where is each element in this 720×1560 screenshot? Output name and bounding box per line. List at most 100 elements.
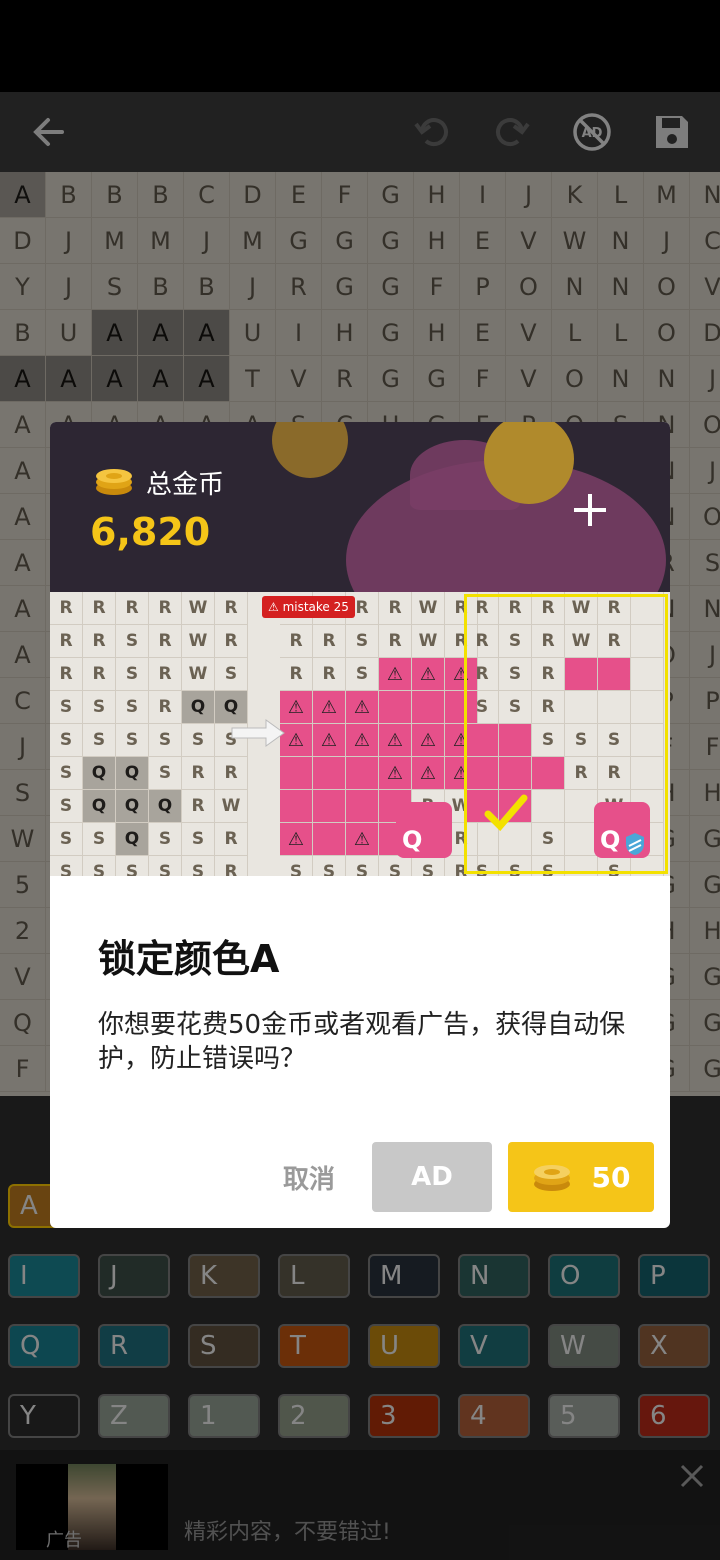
tutorial-cell: R xyxy=(149,625,182,658)
tutorial-cell: S xyxy=(149,724,182,757)
tutorial-cell: R xyxy=(83,658,116,691)
tutorial-cell: S xyxy=(149,757,182,790)
tutorial-cell: Q xyxy=(116,790,149,823)
tutorial-cell: R xyxy=(215,856,248,876)
tutorial-cell: ⚠ xyxy=(313,724,346,757)
tutorial-cell: R xyxy=(83,592,116,625)
tutorial-cell: S xyxy=(50,823,83,856)
tutorial-cell: Q xyxy=(346,790,379,823)
dialog-title: 锁定颜色A xyxy=(98,937,280,981)
check-icon xyxy=(484,794,528,832)
dialog-body: 你想要花费50金币或者观看广告，获得自动保护，防止错误吗？ xyxy=(98,1010,626,1074)
tutorial-cell: R xyxy=(215,592,248,625)
tutorial-cell: R xyxy=(83,625,116,658)
tutorial-cell: R xyxy=(149,592,182,625)
tutorial-cell: ⚠ xyxy=(412,724,445,757)
arrow-right-icon xyxy=(231,719,285,747)
tutorial-cell: S xyxy=(280,790,313,823)
tutorial-panel-before: RRRRWRRRSRWRRRSRWSSSSRQQSSSSSSSQQSRRSQQQ… xyxy=(50,592,248,876)
tutorial-cell: S xyxy=(313,823,346,856)
tutorial-cell: S xyxy=(50,724,83,757)
tutorial-cell: ⚠ xyxy=(346,724,379,757)
status-bar xyxy=(0,0,720,92)
coin-decoration xyxy=(272,422,348,478)
tutorial-cell: S xyxy=(182,856,215,876)
tutorial-cell: S xyxy=(346,658,379,691)
tutorial-cell: S xyxy=(116,724,149,757)
tutorial-cell: R xyxy=(182,757,215,790)
tutorial-cell: R xyxy=(116,592,149,625)
coin-stack-icon xyxy=(533,1165,570,1191)
tile-letter: Q xyxy=(402,826,423,854)
tutorial-cell: Q xyxy=(116,757,149,790)
color-tile-q: Q xyxy=(396,802,452,858)
tutorial-cell: Q xyxy=(313,790,346,823)
tutorial-cell: W xyxy=(215,790,248,823)
watch-ad-button[interactable]: AD xyxy=(372,1142,492,1212)
total-coins-label: 总金币 xyxy=(146,470,225,500)
tutorial-cell: R xyxy=(313,625,346,658)
tutorial-cell: Q xyxy=(83,757,116,790)
tutorial-cell: S xyxy=(50,691,83,724)
tutorial-cell: S xyxy=(50,757,83,790)
tutorial-cell: S xyxy=(280,856,313,876)
tutorial-cell: S xyxy=(215,658,248,691)
tutorial-cell: R xyxy=(149,691,182,724)
tutorial-cell: S xyxy=(182,823,215,856)
tutorial-cell: ⚠ xyxy=(379,757,412,790)
tutorial-cell: R xyxy=(379,691,412,724)
tutorial-cell: S xyxy=(379,856,412,876)
tutorial-cell: W xyxy=(182,625,215,658)
tutorial-cell: S xyxy=(313,856,346,876)
tutorial-cell: W xyxy=(412,592,445,625)
tutorial-cell: R xyxy=(215,757,248,790)
tutorial-cell: ⚠ xyxy=(313,691,346,724)
tutorial-cell: S xyxy=(182,724,215,757)
plus-icon[interactable] xyxy=(568,488,612,532)
coin-stack-icon xyxy=(96,469,132,495)
tutorial-cell: R xyxy=(50,658,83,691)
tutorial-cell: Q xyxy=(149,790,182,823)
tutorial-cell: Q xyxy=(116,823,149,856)
tutorial-cell: R xyxy=(50,625,83,658)
tutorial-cell: S xyxy=(83,823,116,856)
warning-icon: ⚠ xyxy=(268,600,283,614)
tutorial-cell: S xyxy=(412,856,445,876)
tutorial-cell: Q xyxy=(83,790,116,823)
tutorial-cell: S xyxy=(149,823,182,856)
tutorial-cell: W xyxy=(412,625,445,658)
tutorial-cell: R xyxy=(182,790,215,823)
tutorial-cell: ⚠ xyxy=(379,658,412,691)
tutorial-cell: S xyxy=(149,856,182,876)
tutorial-cell: R xyxy=(379,625,412,658)
tutorial-cell: S xyxy=(116,625,149,658)
lock-color-dialog: 总金币 6,820 RRRRWRRRSRWRRRSRWSSSSRQQSSSSSS… xyxy=(50,422,670,1228)
total-coins-value: 6,820 xyxy=(90,510,211,554)
tutorial-illustration: RRRRWRRRSRWRRRSRWSSSSRQQSSSSSSSQQSRRSQQQ… xyxy=(50,592,670,876)
tutorial-cell: ⚠ xyxy=(346,691,379,724)
price-label: 50 xyxy=(591,1160,631,1194)
tutorial-cell: Q xyxy=(346,757,379,790)
tutorial-cell: R xyxy=(313,658,346,691)
tutorial-cell: R xyxy=(215,823,248,856)
tutorial-cell: ⚠ xyxy=(379,724,412,757)
tutorial-cell: S xyxy=(50,790,83,823)
tutorial-cell: Q xyxy=(412,691,445,724)
tutorial-cell: R xyxy=(50,592,83,625)
tutorial-cell: ⚠ xyxy=(346,823,379,856)
tutorial-cell: S xyxy=(346,625,379,658)
tutorial-cell: W xyxy=(182,658,215,691)
highlight-frame xyxy=(464,594,668,874)
tutorial-cell: R xyxy=(280,625,313,658)
tutorial-cell: S xyxy=(83,691,116,724)
tutorial-cell: S xyxy=(116,856,149,876)
tutorial-cell: S xyxy=(83,856,116,876)
tutorial-cell: Q xyxy=(182,691,215,724)
tutorial-cell: S xyxy=(346,856,379,876)
coins-header: 总金币 6,820 xyxy=(50,422,670,592)
cancel-button[interactable]: 取消 xyxy=(264,1142,354,1212)
buy-with-coins-button[interactable]: 50 xyxy=(508,1142,654,1212)
tutorial-cell: Q xyxy=(313,757,346,790)
tutorial-cell: S xyxy=(83,724,116,757)
tutorial-cell: S xyxy=(116,691,149,724)
